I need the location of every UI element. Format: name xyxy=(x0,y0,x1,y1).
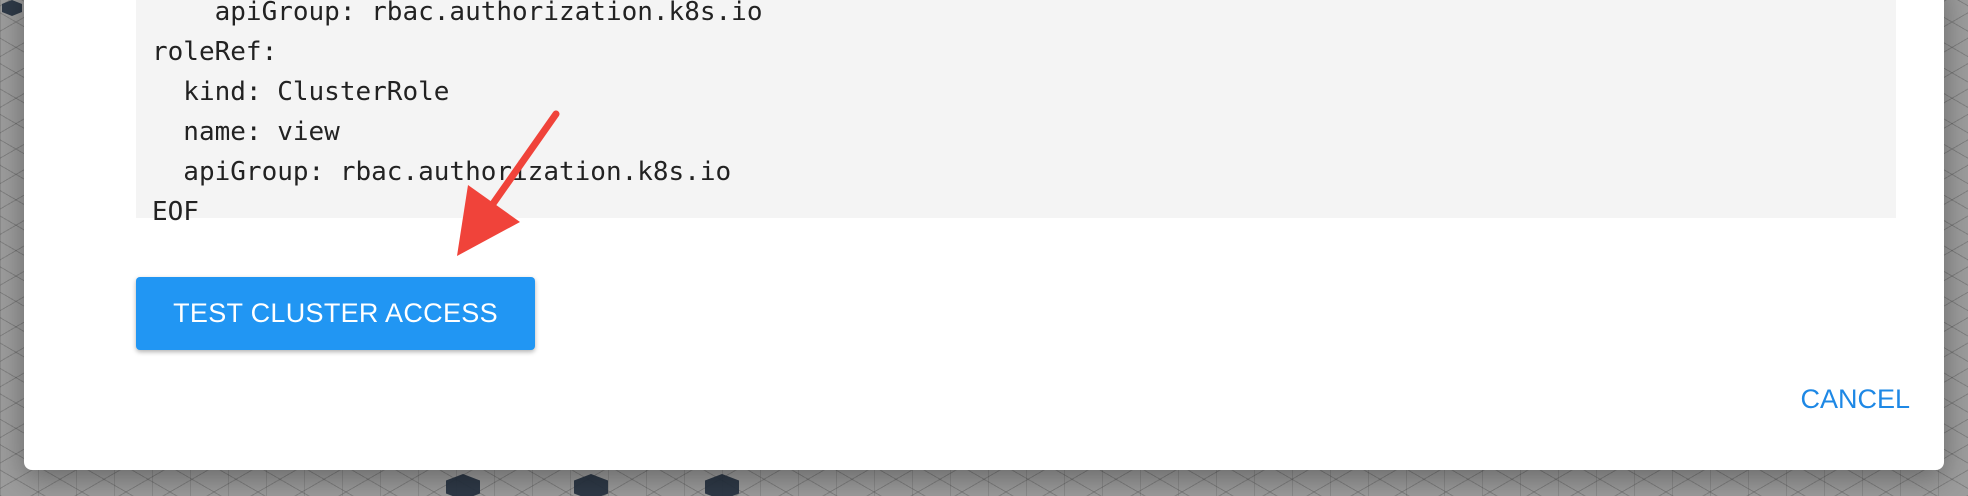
code-line: kind: ClusterRole xyxy=(152,77,450,107)
background-node xyxy=(574,474,608,496)
code-line: roleRef: xyxy=(152,37,278,67)
cancel-button[interactable]: CANCEL xyxy=(1796,378,1914,421)
code-line: apiGroup: rbac.authorization.k8s.io xyxy=(152,0,763,27)
code-line: EOF xyxy=(152,197,199,227)
code-line: apiGroup: rbac.authorization.k8s.io xyxy=(152,157,732,187)
test-cluster-access-button[interactable]: TEST CLUSTER ACCESS xyxy=(136,277,535,350)
dialog: apiGroup: rbac.authorization.k8s.io role… xyxy=(24,0,1944,470)
code-block: apiGroup: rbac.authorization.k8s.io role… xyxy=(136,0,1896,227)
background-node xyxy=(2,0,22,16)
background-node xyxy=(705,474,739,496)
code-line: name: view xyxy=(152,117,340,147)
background-node xyxy=(446,474,480,496)
